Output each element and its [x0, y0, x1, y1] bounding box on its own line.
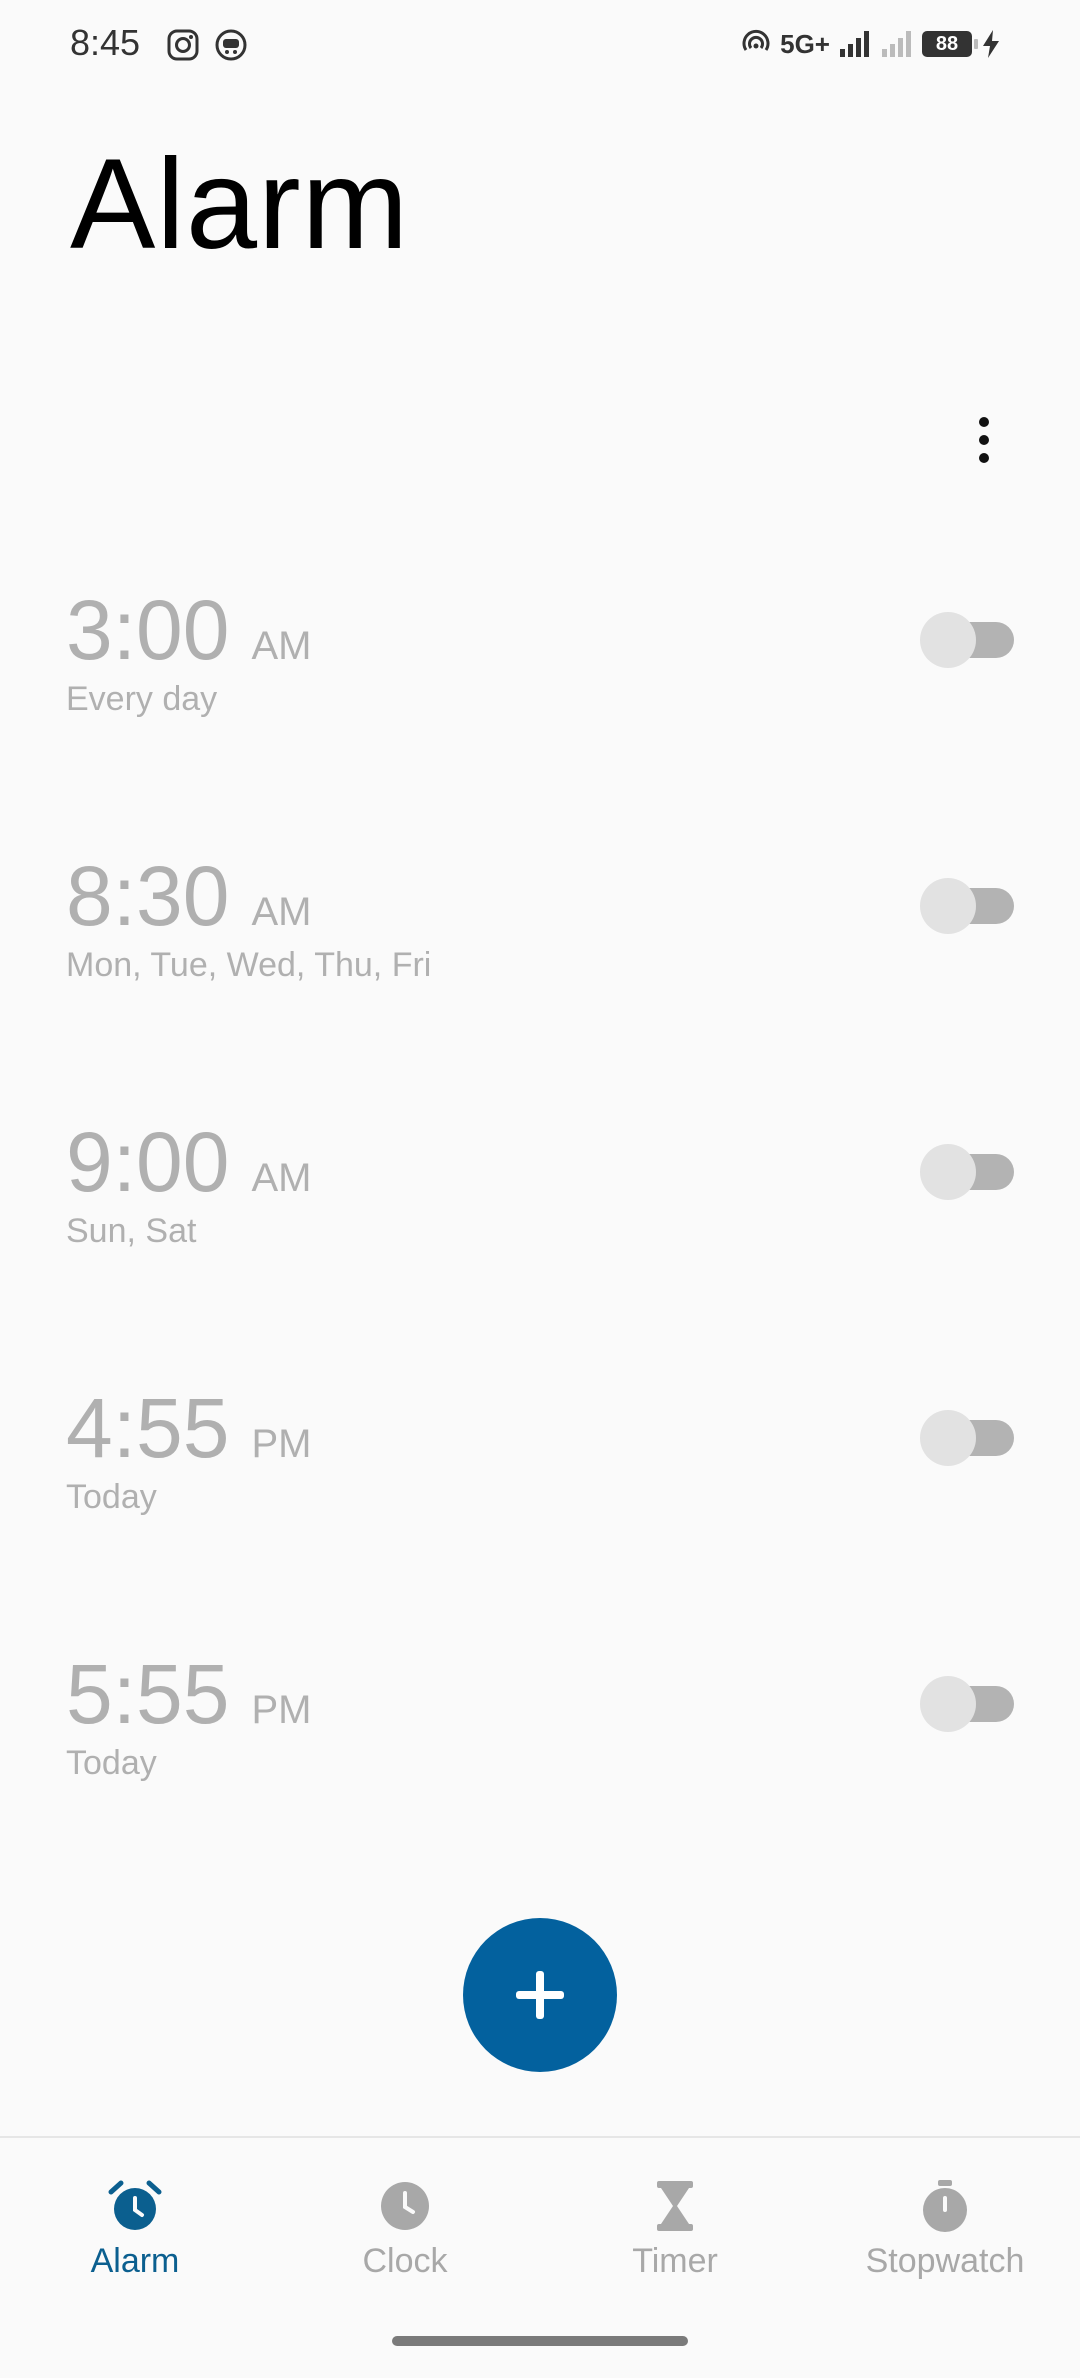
alarm-ampm: AM: [251, 1156, 312, 1200]
status-indicators: 5G+ 88: [740, 22, 1002, 66]
alarm-item[interactable]: 3:00 AM Every day: [0, 560, 1080, 826]
alarm-item[interactable]: 4:55 PM Today: [0, 1358, 1080, 1624]
nav-label-timer: Timer: [632, 2242, 718, 2280]
signal-strength-icon: [840, 31, 869, 57]
nav-tab-clock[interactable]: Clock: [270, 2178, 540, 2298]
alarm-clock-icon: [108, 2180, 162, 2230]
alarm-repeat-days: Sun, Sat: [66, 1212, 197, 1250]
nav-tab-alarm[interactable]: Alarm: [0, 2178, 270, 2298]
more-options-button[interactable]: [960, 400, 1008, 480]
alarm-ampm: AM: [251, 624, 312, 668]
alarm-time: 4:55 PM: [66, 1381, 312, 1475]
alarm-ampm: AM: [251, 890, 312, 934]
nav-label-stopwatch: Stopwatch: [865, 2242, 1025, 2280]
alarm-repeat-days: Mon, Tue, Wed, Thu, Fri: [66, 946, 432, 984]
alarm-item[interactable]: 5:55 PM Today: [0, 1624, 1080, 1890]
alarm-time: 3:00 AM: [66, 583, 312, 677]
alarm-list: 3:00 AM Every day 8:30 AM Mon, Tue, Wed, T…: [0, 560, 1080, 1890]
hourglass-icon: [657, 2181, 693, 2231]
alarm-time: 5:55 PM: [66, 1647, 312, 1741]
home-indicator[interactable]: [392, 2336, 688, 2346]
alarm-item[interactable]: 8:30 AM Mon, Tue, Wed, Thu, Fri: [0, 826, 1080, 1092]
charging-bolt-icon: [983, 30, 999, 58]
alarm-toggle[interactable]: [920, 1674, 1014, 1732]
more-vert-icon: [979, 417, 989, 427]
status-time: 8:45: [70, 22, 141, 63]
status-bar: 8:45 5G+ 88: [0, 0, 1080, 90]
alarm-ampm: PM: [251, 1688, 312, 1732]
alarm-toggle[interactable]: [920, 876, 1014, 934]
alarm-repeat-days: Today: [66, 1478, 157, 1516]
stopwatch-icon: [923, 2180, 967, 2232]
alarm-toggle[interactable]: [920, 610, 1014, 668]
alarm-time: 9:00 AM: [66, 1115, 312, 1209]
add-alarm-button[interactable]: [463, 1918, 617, 2072]
clock-icon: [381, 2182, 429, 2230]
alarm-repeat-days: Today: [66, 1744, 157, 1782]
alarm-repeat-days: Every day: [66, 680, 218, 718]
alarm-toggle[interactable]: [920, 1408, 1014, 1466]
app-notification-icon: [215, 29, 247, 61]
plus-icon: [516, 1971, 564, 2019]
page-title: Alarm: [70, 133, 410, 276]
network-type: 5G+: [780, 28, 830, 59]
nav-tab-timer[interactable]: Timer: [540, 2178, 810, 2298]
hotspot-icon: [742, 29, 770, 51]
instagram-icon: [167, 29, 199, 61]
signal-strength-secondary-icon: [882, 31, 911, 57]
alarm-item[interactable]: 9:00 AM Sun, Sat: [0, 1092, 1080, 1358]
alarm-toggle[interactable]: [920, 1142, 1014, 1200]
nav-label-alarm: Alarm: [90, 2242, 180, 2280]
alarm-time: 8:30 AM: [66, 849, 312, 943]
alarm-ampm: PM: [251, 1422, 312, 1466]
battery-level: 88: [922, 31, 978, 57]
nav-tab-stopwatch[interactable]: Stopwatch: [810, 2178, 1080, 2298]
nav-label-clock: Clock: [362, 2242, 448, 2280]
